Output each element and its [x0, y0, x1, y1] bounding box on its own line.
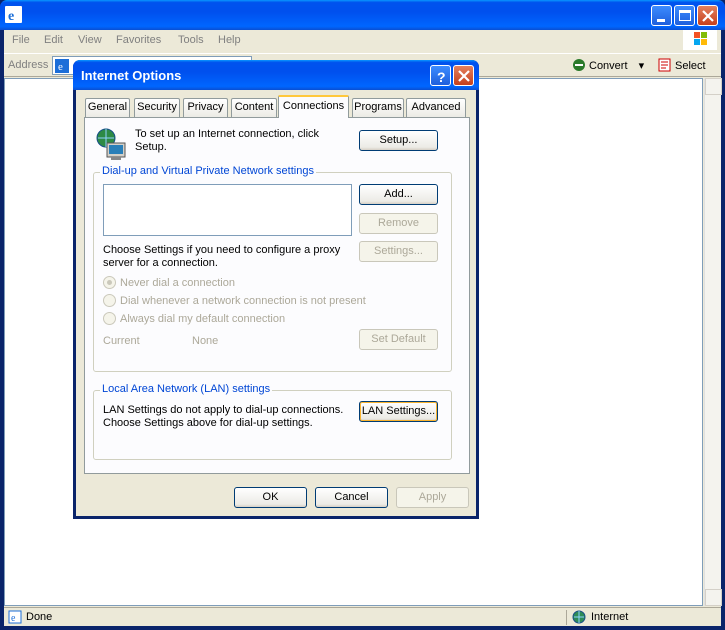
svg-text:e: e	[8, 9, 14, 23]
svg-text:e: e	[11, 613, 16, 624]
scroll-up-arrow-icon[interactable]	[705, 78, 722, 95]
menu-edit[interactable]: Edit	[44, 34, 63, 46]
menu-view[interactable]: View	[78, 34, 102, 46]
svg-text:?: ?	[437, 69, 446, 85]
dialog-close-button[interactable]	[453, 65, 474, 86]
lan-instructions-line-1: LAN Settings do not apply to dial-up con…	[103, 404, 344, 416]
minimize-button[interactable]	[651, 5, 672, 26]
never-dial-label: Never dial a connection	[120, 277, 235, 289]
menu-bar: File Edit View Favorites Tools Help	[4, 30, 721, 52]
menu-file[interactable]: File	[12, 34, 30, 46]
select-button[interactable]: Select	[658, 58, 706, 72]
close-icon	[458, 70, 470, 82]
select-icon	[658, 58, 671, 72]
setup-instructions: To set up an Internet connection, click …	[135, 128, 320, 153]
connection-list[interactable]	[103, 184, 352, 236]
menu-help[interactable]: Help	[218, 34, 241, 46]
lan-group-legend: Local Area Network (LAN) settings	[100, 383, 273, 395]
ok-button[interactable]: OK	[234, 487, 307, 508]
cancel-button[interactable]: Cancel	[315, 487, 388, 508]
vertical-scrollbar[interactable]	[704, 78, 722, 606]
connection-wizard-icon	[96, 128, 126, 160]
dial-whenever-radio[interactable]	[103, 294, 116, 307]
tab-connections[interactable]: Connections	[278, 95, 349, 118]
page-icon: e	[55, 59, 69, 73]
status-text: Done	[26, 611, 53, 623]
tab-content[interactable]: Content	[231, 98, 277, 117]
dialog-title: Internet Options	[81, 68, 182, 83]
scroll-down-arrow-icon[interactable]	[705, 589, 722, 606]
svg-text:e: e	[58, 61, 63, 73]
tab-advanced[interactable]: Advanced	[406, 98, 466, 117]
maximize-icon	[679, 10, 691, 21]
lan-settings-button[interactable]: LAN Settings...	[359, 401, 438, 422]
select-label: Select	[675, 60, 706, 72]
minimize-icon	[657, 19, 665, 22]
dialog-titlebar[interactable]: Internet Options ?	[73, 60, 479, 90]
tab-programs[interactable]: Programs	[352, 98, 404, 117]
maximize-button[interactable]	[674, 5, 695, 26]
dialup-group-legend: Dial-up and Virtual Private Network sett…	[100, 165, 316, 177]
set-default-button[interactable]: Set Default	[359, 329, 438, 350]
always-dial-radio[interactable]	[103, 312, 116, 325]
status-bar: e Done Internet	[4, 607, 721, 626]
status-divider	[566, 610, 567, 625]
dialup-vpn-group: Dial-up and Virtual Private Network sett…	[93, 165, 452, 372]
current-label: Current	[103, 335, 140, 347]
tab-general[interactable]: General	[85, 98, 130, 117]
convert-dropdown-arrow-icon[interactable]: ▾	[639, 60, 645, 72]
close-button[interactable]	[697, 5, 718, 26]
internet-zone-globe-icon	[572, 610, 586, 624]
help-button[interactable]: ?	[430, 65, 451, 86]
help-icon: ?	[437, 69, 446, 85]
security-zone-text: Internet	[591, 611, 629, 623]
never-dial-radio[interactable]	[103, 276, 116, 289]
setup-button[interactable]: Setup...	[359, 130, 438, 151]
dial-whenever-label: Dial whenever a network connection is no…	[120, 295, 366, 307]
remove-button[interactable]: Remove	[359, 213, 438, 234]
internet-options-dialog: Internet Options ? General Security Priv…	[73, 60, 479, 519]
dialog-body: General Security Privacy Content Connect…	[76, 90, 476, 516]
internet-explorer-icon: e	[5, 6, 22, 23]
connections-tab-panel: To set up an Internet connection, click …	[84, 117, 470, 474]
convert-button[interactable]: Convert ▾	[572, 58, 644, 72]
apply-button[interactable]: Apply	[396, 487, 469, 508]
close-icon	[702, 10, 714, 22]
convert-icon	[573, 59, 585, 71]
convert-label: Convert	[589, 60, 628, 72]
menu-favorites[interactable]: Favorites	[116, 34, 161, 46]
tab-security[interactable]: Security	[134, 98, 180, 117]
always-dial-label: Always dial my default connection	[120, 313, 286, 325]
menu-tools[interactable]: Tools	[178, 34, 204, 46]
tab-privacy[interactable]: Privacy	[183, 98, 228, 117]
add-button[interactable]: Add...	[359, 184, 438, 205]
lan-instructions-line-2: Choose Settings above for dial-up settin…	[103, 417, 313, 429]
current-value: None	[192, 335, 219, 347]
lan-settings-group: Local Area Network (LAN) settings LAN Se…	[93, 383, 452, 460]
page-done-icon: e	[8, 610, 22, 624]
windows-logo-icon	[683, 30, 717, 50]
browser-titlebar: e	[0, 0, 725, 30]
settings-button[interactable]: Settings...	[359, 241, 438, 262]
proxy-settings-instructions: Choose Settings if you need to configure…	[103, 244, 341, 269]
address-label: Address	[8, 59, 49, 71]
